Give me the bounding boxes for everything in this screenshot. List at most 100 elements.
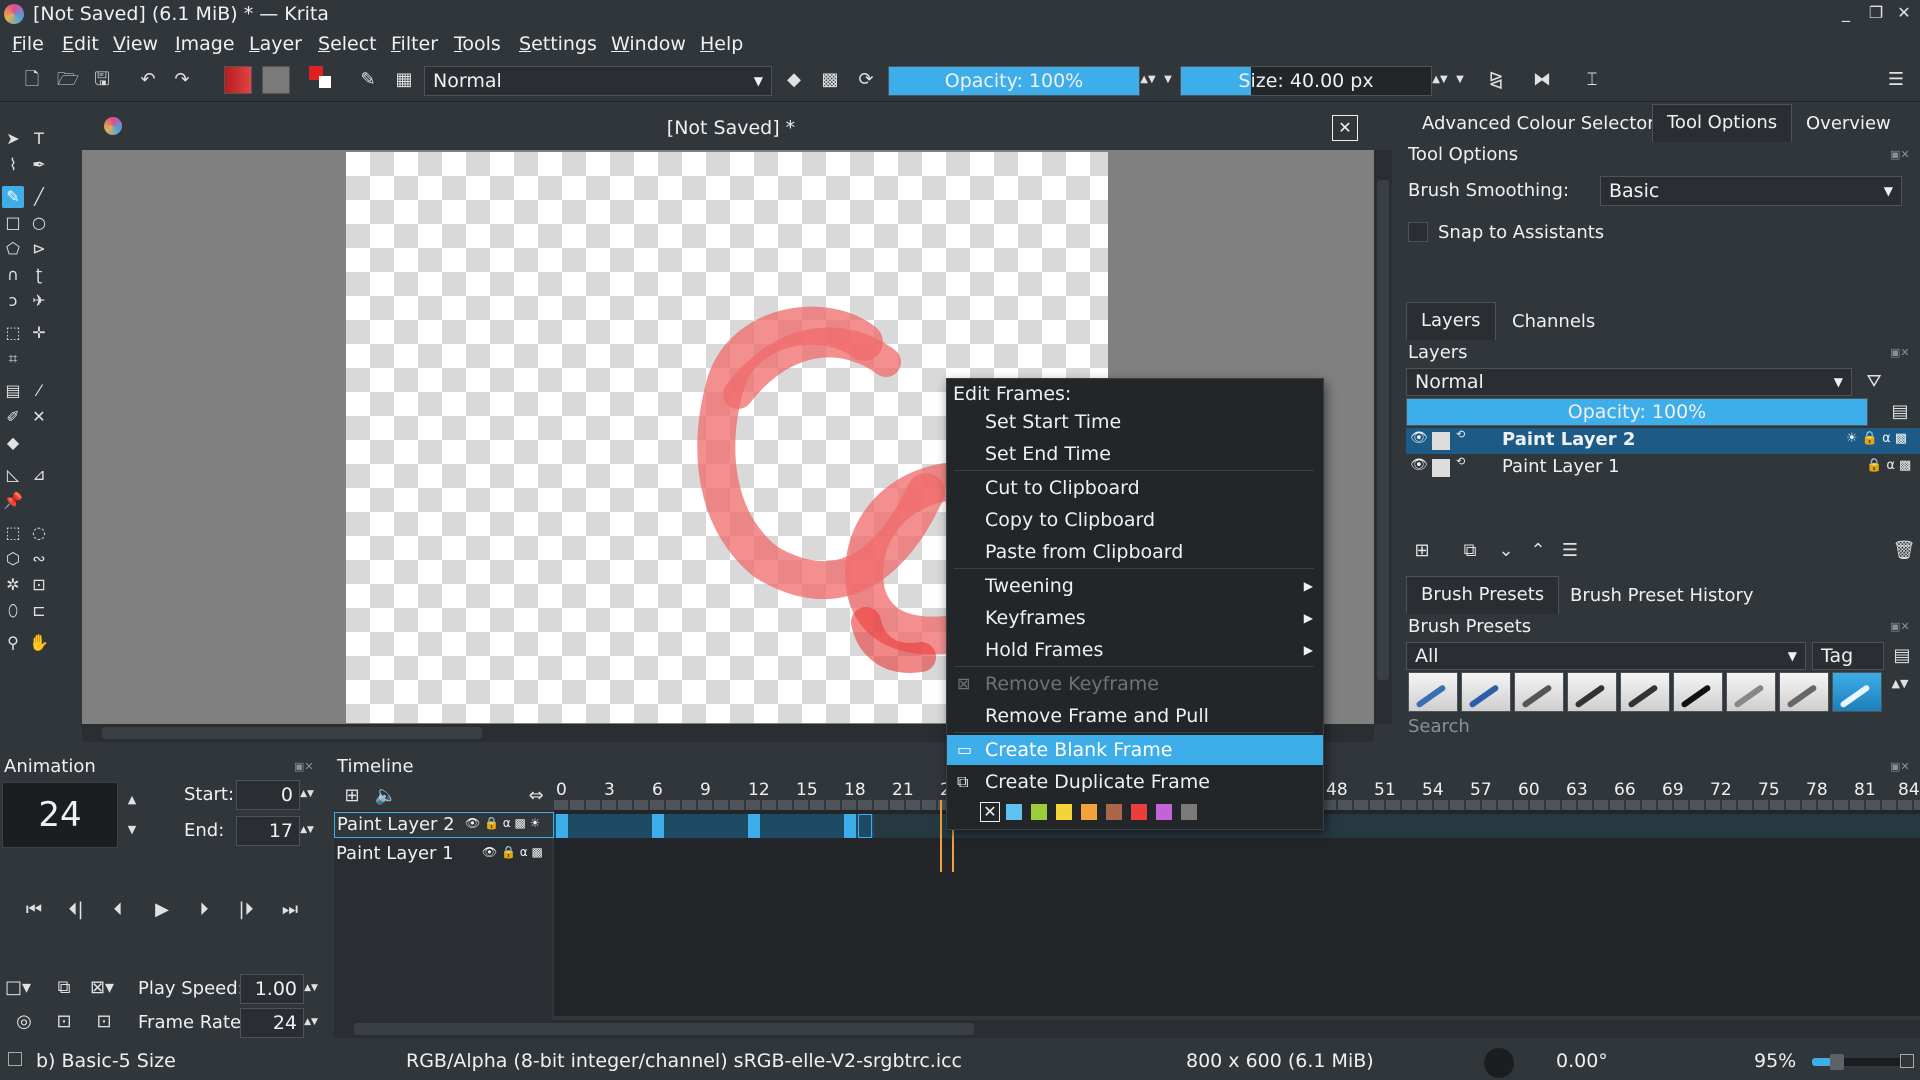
- line-tool-icon[interactable]: ╱: [28, 186, 50, 208]
- brush-preset-marker[interactable]: [1673, 672, 1723, 712]
- dock-float-close-icon[interactable]: ▣✕: [1890, 148, 1910, 161]
- color-label-swatch[interactable]: [1056, 804, 1072, 820]
- menu-item-paste-from-clipboard[interactable]: Paste from Clipboard: [947, 537, 1323, 567]
- menu-item-keyframes[interactable]: Keyframes ▶: [947, 603, 1323, 633]
- mirror-horizontal-icon[interactable]: ⧎: [1482, 66, 1510, 94]
- timeline-frame-range[interactable]: [554, 814, 874, 838]
- timeline-layer-row[interactable]: Paint Layer 1 👁 🔒 α ▩: [334, 842, 554, 868]
- current-frame-display[interactable]: 24: [2, 782, 118, 848]
- start-frame-input[interactable]: 0: [236, 780, 300, 810]
- brush-preset-pencil-grey[interactable]: [1779, 672, 1829, 712]
- keyframe[interactable]: [652, 814, 664, 838]
- calligraphy-icon[interactable]: ✒: [28, 154, 50, 176]
- color-label-swatch[interactable]: [1006, 804, 1022, 820]
- new-document-icon[interactable]: 🗋: [18, 66, 46, 94]
- timeline-layer-flags-icon[interactable]: 👁 🔒 α ▩ ☀: [465, 816, 540, 830]
- reload-preset-icon[interactable]: ⟳: [852, 66, 880, 94]
- brush-preset-eraser[interactable]: [1408, 672, 1458, 712]
- status-brush-name[interactable]: b) Basic-5 Size: [36, 1050, 176, 1072]
- timeline-horizontal-scrollbar[interactable]: [334, 1020, 1920, 1038]
- bezier-select-icon[interactable]: ⬯: [2, 600, 24, 622]
- chevron-down-icon[interactable]: ▼: [1452, 66, 1468, 94]
- freehand-brush-icon[interactable]: ✎: [2, 186, 24, 208]
- timeline-audio-icon[interactable]: 🔈: [372, 782, 400, 810]
- keyframe[interactable]: [748, 814, 760, 838]
- blend-mode-dropdown[interactable]: Normal ▼: [424, 66, 772, 96]
- menu-layer[interactable]: Layer: [249, 33, 302, 55]
- layer-row-paint-layer-2[interactable]: 👁 ⟲ Paint Layer 2 ☀ 🔒 α ▩: [1406, 428, 1920, 454]
- brush-view-options-icon[interactable]: ▤: [1888, 642, 1916, 670]
- eye-icon[interactable]: 👁: [1410, 430, 1428, 446]
- eye-icon[interactable]: 👁: [1410, 457, 1428, 473]
- color-label-swatch[interactable]: [1081, 804, 1097, 820]
- close-window-button[interactable]: ✕: [1892, 3, 1916, 27]
- tab-layers[interactable]: Layers: [1406, 302, 1496, 340]
- timeline-add-layer-icon[interactable]: ⊞: [338, 782, 366, 810]
- color-label-swatch[interactable]: [1156, 804, 1172, 820]
- color-picker-icon[interactable]: ⁄: [28, 380, 50, 402]
- dock-float-close-icon[interactable]: ▣✕: [294, 760, 314, 773]
- selected-frame-cell[interactable]: [858, 814, 872, 838]
- menu-item-set-end-time[interactable]: Set End Time: [947, 439, 1323, 469]
- menu-item-copy-to-clipboard[interactable]: Copy to Clipboard: [947, 505, 1323, 535]
- menu-help[interactable]: Help: [700, 33, 743, 55]
- menu-view[interactable]: View: [113, 33, 158, 55]
- next-frame-icon[interactable]: ⏵: [190, 896, 218, 924]
- brush-presets-icon[interactable]: ▦: [390, 66, 418, 94]
- previous-frame-icon[interactable]: ⏴: [104, 896, 132, 924]
- timeline-layer-flags-icon[interactable]: 👁 🔒 α ▩: [482, 845, 543, 859]
- similar-select-icon[interactable]: ⊡: [28, 574, 50, 596]
- brush-preset-basic-5-size[interactable]: [1832, 672, 1882, 712]
- start-spin-icon[interactable]: ▲▼: [300, 780, 314, 808]
- play-speed-spin-icon[interactable]: ▲▼: [304, 974, 318, 1002]
- frame-rate-spin-icon[interactable]: ▲▼: [304, 1008, 318, 1036]
- previous-keyframe-icon[interactable]: ⏴|: [62, 896, 90, 924]
- dock-float-close-icon[interactable]: ▣✕: [1890, 760, 1910, 773]
- zoom-slider[interactable]: [1812, 1054, 1902, 1070]
- menu-window[interactable]: Window: [611, 33, 686, 55]
- color-label-swatch[interactable]: [1181, 804, 1197, 820]
- document-tab-title[interactable]: [Not Saved] *: [82, 117, 1380, 139]
- canvas-vertical-scrollbar[interactable]: [1374, 150, 1392, 724]
- undo-icon[interactable]: ↶: [134, 66, 162, 94]
- chevron-down-icon[interactable]: ▼: [1160, 66, 1176, 94]
- fg-bg-color-icon[interactable]: [306, 66, 334, 94]
- gradient-tool-icon[interactable]: ▤: [2, 380, 24, 402]
- brush-scroll-icon[interactable]: ▲▼: [1886, 670, 1914, 698]
- contiguous-select-icon[interactable]: ✲: [2, 574, 24, 596]
- delete-layer-icon[interactable]: 🗑: [1890, 537, 1918, 565]
- smart-patch-icon[interactable]: ✐: [2, 406, 24, 428]
- select-shapes-icon[interactable]: ➤: [2, 128, 24, 150]
- brush-preset-airbrush[interactable]: [1514, 672, 1564, 712]
- layer-filter-icon[interactable]: ⛛: [1860, 368, 1888, 396]
- dynamic-brush-icon[interactable]: ↄ: [2, 290, 24, 312]
- freehand-path-icon[interactable]: ʈ: [28, 264, 50, 286]
- canvas-only-icon[interactable]: [1900, 1054, 1914, 1068]
- audio-icon[interactable]: ⊡: [90, 1008, 118, 1036]
- opacity-spin-icon[interactable]: ▲▼: [1140, 66, 1156, 94]
- snap-to-assistants-checkbox[interactable]: [1408, 222, 1428, 242]
- menu-filter[interactable]: Filter: [391, 33, 438, 55]
- multibrush-icon[interactable]: ✈: [28, 290, 50, 312]
- wrap-around-icon[interactable]: ⌶: [1578, 66, 1606, 94]
- freehand-select-icon[interactable]: ∾: [28, 548, 50, 570]
- tab-advanced-colour-selector[interactable]: Advanced Colour Selector: [1408, 106, 1669, 144]
- remove-frame-icon[interactable]: ⊠▾: [88, 974, 116, 1002]
- gradient-swatch[interactable]: [224, 66, 252, 94]
- timeline-zoom-icon[interactable]: ⇔: [522, 782, 550, 810]
- transform-tool-icon[interactable]: ⬚: [2, 322, 24, 344]
- reference-tool-icon[interactable]: 📌: [2, 490, 24, 512]
- brush-preset-fineliner[interactable]: [1620, 672, 1670, 712]
- menu-image[interactable]: Image: [175, 33, 235, 55]
- layer-properties-icon[interactable]: ▤: [1886, 398, 1914, 426]
- first-frame-icon[interactable]: ⏮: [20, 896, 48, 924]
- timeline-layer-row[interactable]: Paint Layer 2 👁 🔒 α ▩ ☀: [334, 812, 554, 838]
- size-slider[interactable]: Size: 40.00 px: [1180, 66, 1432, 96]
- onion-skin-icon[interactable]: ◎: [10, 1008, 38, 1036]
- edit-shapes-icon[interactable]: ⌇: [2, 154, 24, 176]
- frame-rate-input[interactable]: 24: [240, 1008, 304, 1038]
- toolbar-menu-icon[interactable]: ☰: [1882, 66, 1910, 94]
- tab-channels[interactable]: Channels: [1498, 304, 1609, 342]
- save-icon[interactable]: 🖫: [88, 66, 116, 94]
- fill-tool-icon[interactable]: ◆: [2, 432, 24, 454]
